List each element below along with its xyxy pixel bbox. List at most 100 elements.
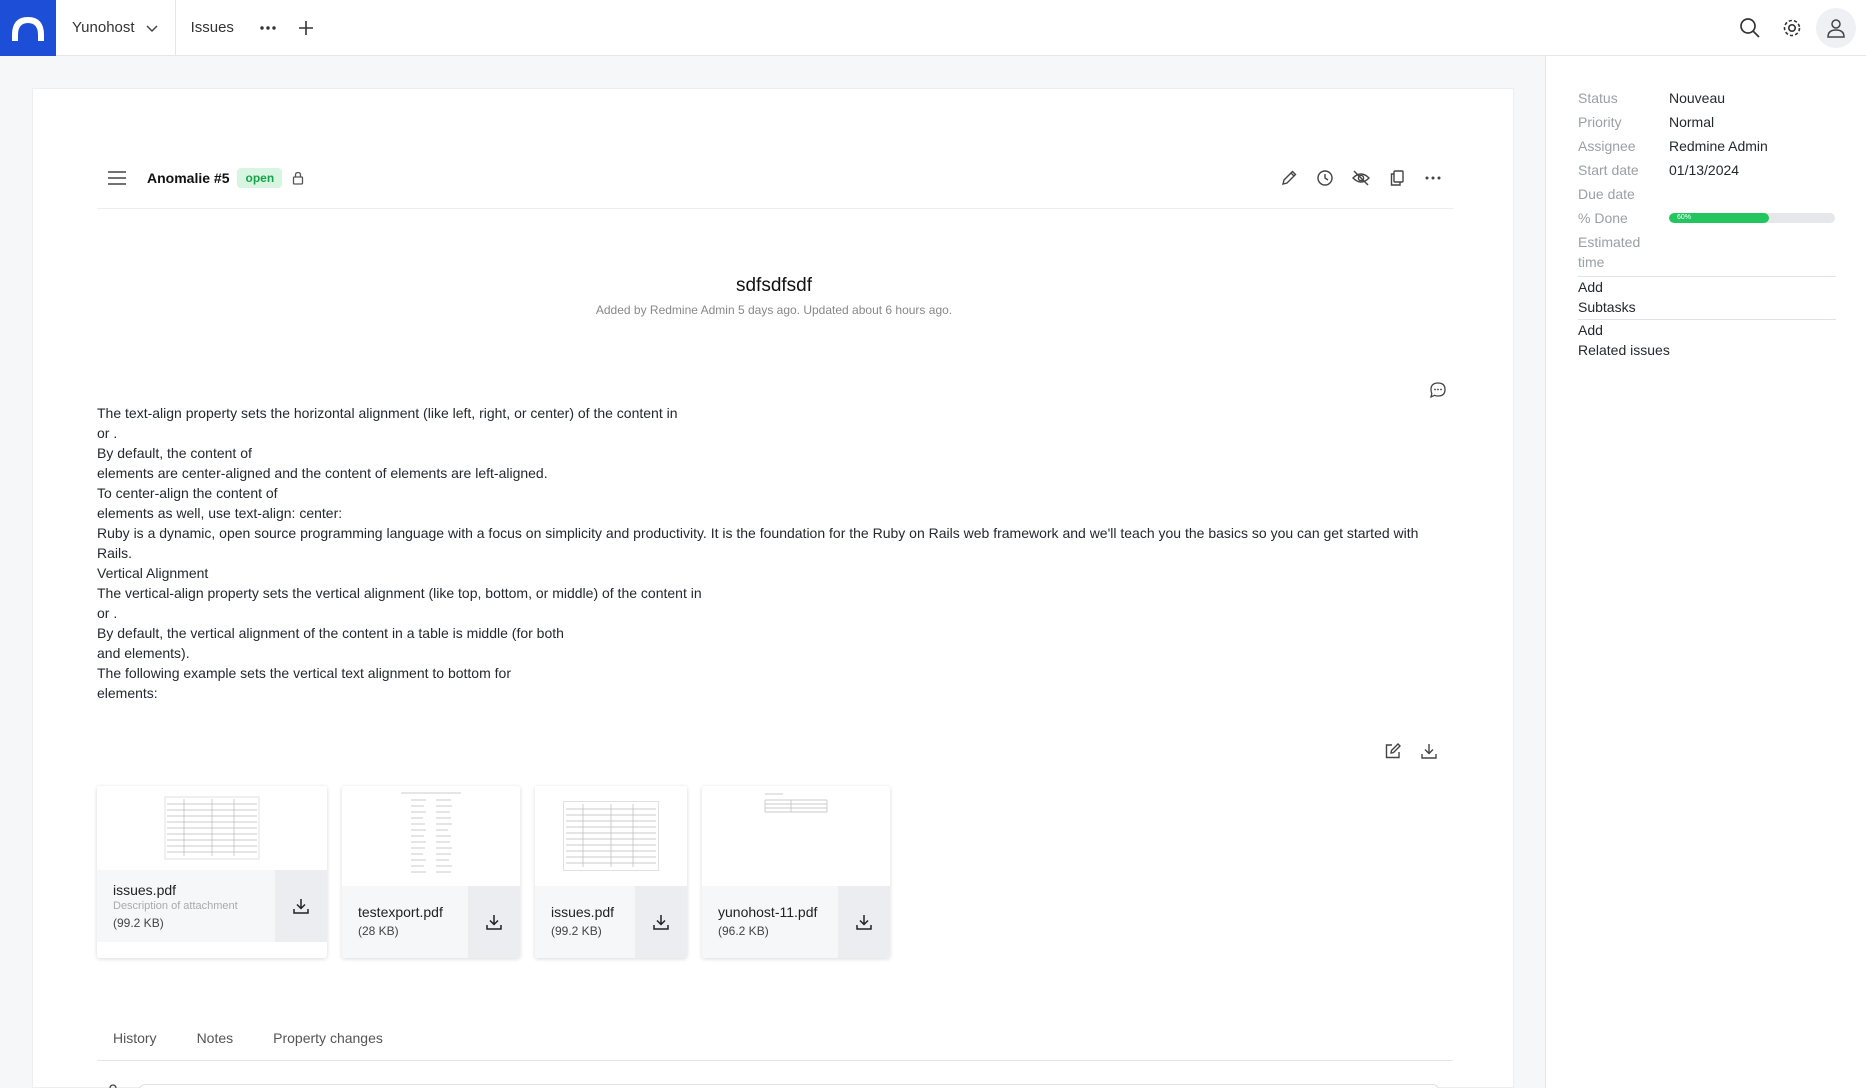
top-bar: Yunohost Issues	[0, 0, 1866, 56]
download-icon	[1421, 744, 1437, 759]
description-line: By default, the vertical alignment of th…	[97, 625, 564, 641]
add-related-link[interactable]: Add	[1578, 320, 1836, 340]
prop-due-date: Due date	[1578, 184, 1836, 204]
status-badge: open	[237, 167, 283, 188]
description-line: or .	[97, 425, 118, 441]
tab-notes[interactable]: Notes	[181, 1021, 250, 1060]
plus-icon	[298, 20, 313, 35]
attachment-name[interactable]: issues.pdf	[113, 882, 261, 898]
prop-assignee: Assignee Redmine Admin	[1578, 136, 1836, 156]
description-line: and elements).	[97, 645, 190, 661]
user-avatar[interactable]	[1816, 8, 1856, 48]
app-logo[interactable]	[0, 0, 56, 56]
logo-icon	[12, 16, 44, 41]
prop-estimated: Estimated time	[1578, 232, 1836, 272]
description-line: Vertical Alignment	[97, 565, 209, 581]
assignee-value[interactable]: Redmine Admin	[1669, 136, 1768, 156]
edit-attachments-button[interactable]	[1379, 737, 1407, 765]
copy-button[interactable]	[1381, 162, 1413, 194]
more-menu-button[interactable]	[249, 0, 287, 56]
start-date-value[interactable]: 01/13/2024	[1669, 160, 1739, 180]
start-date-label: Start date	[1578, 162, 1639, 178]
attachment-thumbnail	[97, 786, 327, 870]
done-progress-bar[interactable]: 60%	[1669, 213, 1835, 223]
comment-input[interactable]	[139, 1084, 1439, 1088]
download-all-button[interactable]	[1415, 737, 1443, 765]
more-horizontal-icon	[260, 25, 276, 30]
issue-title: sdfsdfsdf	[735, 275, 813, 296]
status-value[interactable]: Nouveau	[1669, 88, 1725, 108]
issue-header: Anomalie #5 open	[97, 159, 1453, 209]
chevron-down-icon	[146, 24, 158, 32]
subtasks-title: Subtasks	[1578, 299, 1636, 315]
priority-label: Priority	[1578, 114, 1622, 130]
estimated-label: Estimated time	[1578, 234, 1641, 270]
attachment-thumbnail	[702, 786, 890, 886]
edit-square-icon	[1385, 743, 1401, 759]
add-subtask-link[interactable]: Add	[1578, 277, 1836, 297]
search-button[interactable]	[1732, 10, 1768, 46]
issue-card: Anomalie #5 open sdfsdfsdf Added by Redm…	[32, 88, 1514, 1088]
description-line: The vertical-align property sets the ver…	[97, 585, 702, 601]
attachment-card[interactable]: yunohost-11.pdf (96.2 KB)	[702, 786, 890, 958]
related-issues-title: Related issues	[1578, 342, 1670, 358]
eye-off-icon	[1352, 170, 1370, 185]
settings-button[interactable]	[1774, 10, 1810, 46]
tab-history[interactable]: History	[97, 1021, 173, 1060]
attachment-card[interactable]: testexport.pdf (28 KB)	[342, 786, 520, 958]
quote-button[interactable]	[1429, 381, 1447, 402]
description-line: The text-align property sets the horizon…	[97, 405, 678, 421]
pencil-icon	[1282, 170, 1297, 185]
issue-description: The text-align property sets the horizon…	[97, 403, 1457, 703]
download-icon	[856, 915, 872, 930]
search-icon	[1740, 18, 1760, 38]
issue-reference: Anomalie #5	[147, 169, 230, 186]
menu-button[interactable]	[101, 162, 133, 194]
nav-issues[interactable]: Issues	[176, 19, 249, 36]
gear-icon	[1783, 19, 1801, 37]
attachment-name[interactable]: issues.pdf	[551, 904, 621, 920]
attachment-card[interactable]: issues.pdf Description of attachment (99…	[97, 786, 327, 958]
edit-button[interactable]	[1273, 162, 1305, 194]
issue-attributes: Status Nouveau Priority Normal Assignee …	[1578, 88, 1836, 360]
download-icon	[486, 915, 502, 930]
comment-icon	[1430, 382, 1446, 399]
unwatch-button[interactable]	[1345, 162, 1377, 194]
clock-icon	[1317, 169, 1333, 186]
description-line: Ruby is a dynamic, open source programmi…	[97, 525, 1419, 561]
attachment-thumbnail	[535, 786, 687, 886]
copy-icon	[1390, 169, 1404, 186]
due-date-label: Due date	[1578, 186, 1635, 202]
issue-meta: Added by Redmine Admin 5 days ago. Updat…	[595, 303, 953, 317]
issue-sidebar: Status Nouveau Priority Normal Assignee …	[1545, 56, 1866, 1088]
user-icon	[109, 1084, 117, 1088]
prop-done: % Done 60%	[1578, 208, 1836, 228]
prop-status: Status Nouveau	[1578, 88, 1836, 108]
download-attachment-button[interactable]	[635, 886, 687, 958]
more-actions-button[interactable]	[1417, 162, 1449, 194]
attachment-size: (99.2 KB)	[113, 916, 164, 930]
project-name: Yunohost	[72, 19, 135, 36]
more-horizontal-icon	[1425, 176, 1441, 179]
new-item-button[interactable]	[287, 0, 325, 56]
priority-value[interactable]: Normal	[1669, 112, 1714, 132]
status-label: Status	[1578, 90, 1618, 106]
attachment-card[interactable]: issues.pdf (99.2 KB)	[535, 786, 687, 958]
comment-avatar	[105, 1083, 121, 1088]
attachment-thumbnail	[342, 786, 520, 886]
download-attachment-button[interactable]	[468, 886, 520, 958]
tab-property-changes[interactable]: Property changes	[257, 1021, 399, 1060]
attachment-name[interactable]: yunohost-11.pdf	[718, 904, 824, 920]
download-attachment-button[interactable]	[838, 886, 890, 958]
project-switcher[interactable]: Yunohost	[56, 0, 176, 56]
attachment-name[interactable]: testexport.pdf	[358, 904, 454, 920]
attachment-size: (99.2 KB)	[551, 924, 602, 938]
prop-start-date: Start date 01/13/2024	[1578, 160, 1836, 180]
description-line: or .	[97, 605, 118, 621]
attachment-size: (96.2 KB)	[718, 924, 769, 938]
history-tabs: History Notes Property changes	[97, 1021, 1453, 1061]
attachment-size: (28 KB)	[358, 924, 399, 938]
download-attachment-button[interactable]	[275, 870, 327, 942]
description-line: elements as well, use text-align: center…	[97, 505, 343, 521]
log-time-button[interactable]	[1309, 162, 1341, 194]
